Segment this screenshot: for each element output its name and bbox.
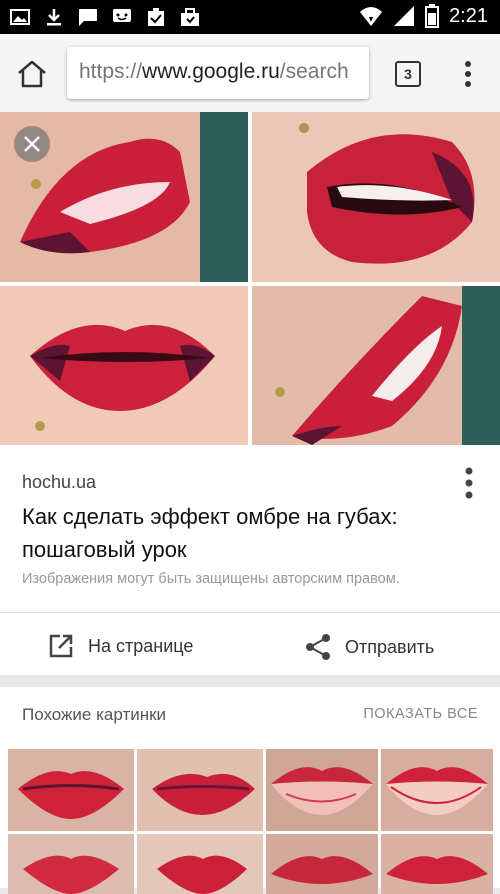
image-tile-4 xyxy=(252,286,500,445)
battery-icon xyxy=(425,4,440,28)
result-card: hochu.ua Как сделать эффект омбре на губ… xyxy=(0,445,500,675)
download-icon xyxy=(47,9,61,26)
visit-page-button[interactable]: На странице xyxy=(48,633,193,659)
system-icons: 2:21 xyxy=(359,4,488,28)
notification-icons xyxy=(10,7,200,27)
share-button[interactable]: Отправить xyxy=(305,633,434,661)
close-icon[interactable] xyxy=(14,126,50,162)
more-options-icon[interactable] xyxy=(464,465,474,501)
similar-images-section: Похожие картинки ПОКАЗАТЬ ВСЕ xyxy=(0,687,500,894)
signal-icon xyxy=(394,6,415,26)
home-icon[interactable] xyxy=(16,58,48,90)
briefcase-icon xyxy=(181,8,199,26)
image-tile-2 xyxy=(252,112,500,282)
similar-thumb[interactable] xyxy=(266,749,378,831)
url-bar[interactable]: https://www.google.ru/search xyxy=(67,47,369,99)
chat-icon xyxy=(113,9,131,22)
similar-thumb[interactable] xyxy=(8,834,134,894)
copyright-note: Изображения могут быть защищены авторски… xyxy=(22,571,400,587)
message-icon xyxy=(79,9,97,26)
source-domain[interactable]: hochu.ua xyxy=(22,472,96,493)
clock: 2:21 xyxy=(449,4,488,27)
result-title[interactable]: Как сделать эффект омбре на губах: пошаг… xyxy=(22,500,442,566)
preview-image[interactable] xyxy=(0,112,500,445)
url-text: https://www.google.ru/search xyxy=(79,60,349,83)
browser-toolbar: https://www.google.ru/search 3 xyxy=(0,34,500,112)
similar-thumb[interactable] xyxy=(137,834,263,894)
similar-thumb[interactable] xyxy=(266,834,378,894)
open-external-icon xyxy=(49,634,73,658)
image-tile-3 xyxy=(0,286,248,445)
gallery-icon xyxy=(10,9,30,25)
clipboard-check-icon xyxy=(148,8,164,26)
similar-images-heading: Похожие картинки xyxy=(22,705,167,724)
similar-thumb[interactable] xyxy=(8,749,134,831)
show-all-button[interactable]: ПОКАЗАТЬ ВСЕ xyxy=(363,706,478,722)
status-bar: 2:21 xyxy=(0,0,500,34)
visit-page-label: На странице xyxy=(88,635,194,656)
wifi-icon xyxy=(360,7,383,26)
similar-thumb[interactable] xyxy=(381,834,493,894)
overflow-menu-icon[interactable] xyxy=(458,58,478,90)
similar-thumb[interactable] xyxy=(381,749,493,831)
divider xyxy=(0,612,500,613)
tab-switcher-button[interactable]: 3 xyxy=(395,61,421,87)
similar-thumb[interactable] xyxy=(137,749,263,831)
share-label: Отправить xyxy=(345,636,435,657)
share-icon xyxy=(306,634,330,660)
